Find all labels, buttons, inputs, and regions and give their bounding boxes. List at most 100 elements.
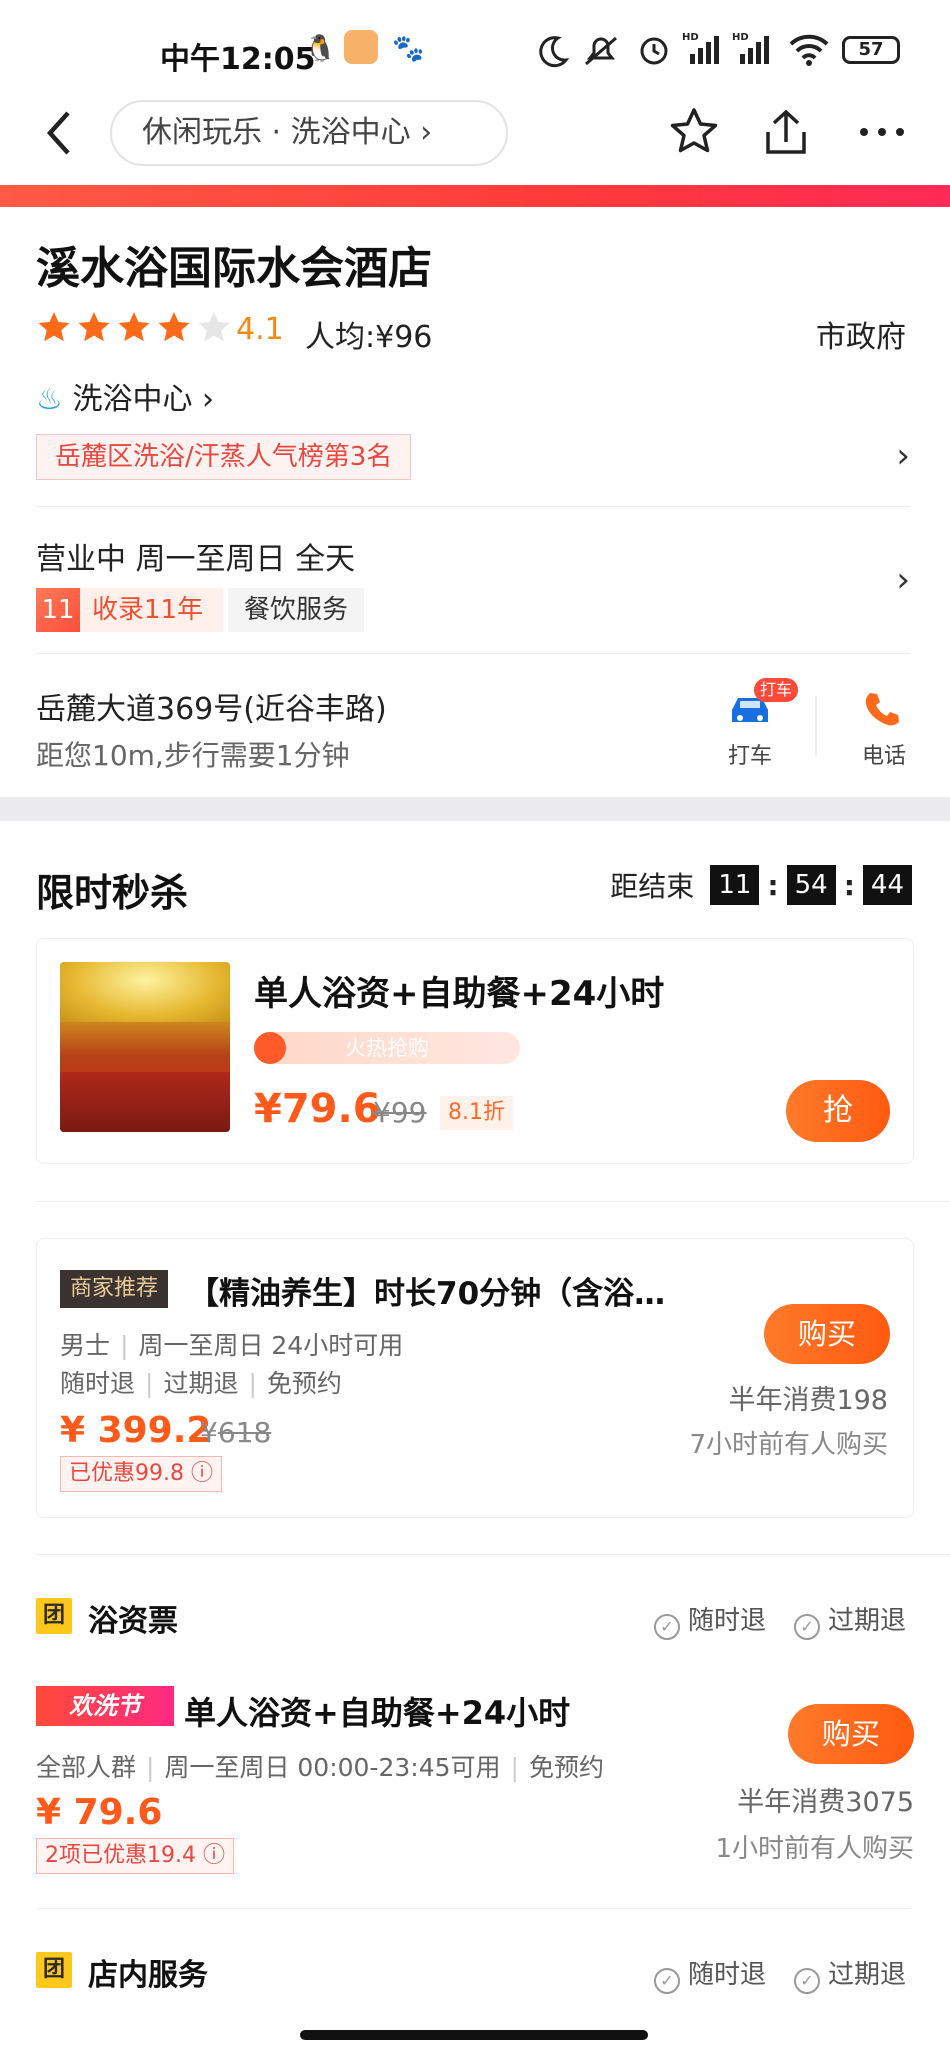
original-amount: 618 xyxy=(217,1416,272,1449)
grab-button[interactable]: 抢 xyxy=(786,1080,890,1142)
shop-name: 溪水浴国际水会酒店 xyxy=(36,243,432,294)
flash-price: ¥79.6 xyxy=(254,1086,381,1132)
saved-badge[interactable]: 已优惠99.8 ⓘ xyxy=(60,1456,222,1492)
recent-purchase: 1小时前有人购买 xyxy=(715,1834,914,1864)
countdown-hours: 11 xyxy=(710,865,760,905)
deal-name: 【精油养生】时长70分钟（含浴… xyxy=(188,1276,666,1312)
alarm-icon xyxy=(640,37,668,65)
divider xyxy=(36,653,910,654)
chevron-left-icon xyxy=(46,111,70,155)
group-deal-icon: 团 xyxy=(36,1598,72,1634)
signal-2-icon: HD xyxy=(732,32,769,64)
refund-expired: ✓ 过期退 xyxy=(794,1600,906,1640)
home-indicator[interactable] xyxy=(300,2030,648,2040)
section-title: 浴资票 xyxy=(88,1604,178,1639)
distance: 距您10m,步行需要1分钟 xyxy=(36,739,350,772)
share-icon[interactable] xyxy=(758,104,814,160)
qq-icon: 🐧 xyxy=(304,34,337,64)
check-circle-icon: ✓ xyxy=(654,1614,680,1640)
saved-badge[interactable]: 2项已优惠19.4 ⓘ xyxy=(36,1838,234,1874)
phone-icon xyxy=(865,693,899,726)
taxi-label: 打车 xyxy=(728,744,773,769)
svg-text:HD: HD xyxy=(732,32,749,43)
flash-discount: 8.1折 xyxy=(440,1096,513,1130)
phone-label: 电话 xyxy=(862,744,907,769)
favorite-star-icon[interactable] xyxy=(666,104,722,160)
divider xyxy=(36,1554,950,1555)
meta-refund-anytime: 随时退 xyxy=(60,1369,136,1398)
ticket-name[interactable]: 单人浴资+自助餐+24小时 xyxy=(184,1688,570,1734)
refund-expired-label: 过期退 xyxy=(828,1960,907,1990)
refund-expired-label: 过期退 xyxy=(828,1606,907,1636)
years-badge: 11 收录11年 xyxy=(36,588,224,632)
countdown-minutes: 54 xyxy=(786,865,836,905)
deal-meta-2: 随时退 | 过期退 | 免预约 xyxy=(60,1369,342,1398)
hot-spring-icon: ♨ xyxy=(36,382,63,417)
meta-no-reservation: 免预约 xyxy=(528,1753,604,1782)
deal-meta-1: 男士 | 周一至周日 24小时可用 xyxy=(60,1331,404,1360)
star-empty-icon xyxy=(198,312,230,342)
category-label: 洗浴中心 › xyxy=(72,382,214,417)
half-year-sales: 半年消费3075 xyxy=(737,1787,914,1818)
divider xyxy=(36,1201,950,1202)
merchant-recommend-tag: 商家推荐 xyxy=(60,1270,169,1308)
star-icon xyxy=(38,312,70,342)
wifi-icon xyxy=(789,34,829,66)
breadcrumb[interactable]: 休闲玩乐 · 洗浴中心 › xyxy=(110,100,508,166)
moon-icon xyxy=(539,36,570,68)
hot-label: 火热抢购 xyxy=(345,1036,429,1060)
ticket-meta: 全部人群 | 周一至周日 00:00-23:45可用 | 免预约 xyxy=(36,1753,604,1782)
brand-bar xyxy=(0,185,950,207)
svg-text:HD: HD xyxy=(682,32,699,43)
countdown: 距结束 11 : 54 : 44 xyxy=(610,864,914,906)
check-circle-icon: ✓ xyxy=(794,1614,820,1640)
flash-original-price: ¥99 xyxy=(373,1096,427,1129)
years-num: 11 xyxy=(36,588,80,632)
signal-1-icon: HD xyxy=(682,32,719,64)
status-time: 中午12:05 xyxy=(160,42,316,77)
ticket-price: ¥ 79.6 xyxy=(36,1792,163,1833)
refund-anytime-label: 随时退 xyxy=(688,1606,767,1636)
mute-icon xyxy=(585,36,617,66)
rating-score: 4.1 xyxy=(236,312,284,347)
deal-original-price: ¥618 xyxy=(200,1416,271,1449)
divider xyxy=(36,1908,910,1909)
rank-badge[interactable]: 岳麓区洗浴/汗蒸人气榜第3名 xyxy=(36,434,412,480)
status-bar: 中午12:05 🐧 🐾 HD HD 57 xyxy=(0,0,950,100)
back-button[interactable] xyxy=(40,105,90,161)
baidu-icon: 🐾 xyxy=(392,34,425,64)
meta-hours: 周一至周日 00:00-23:45可用 xyxy=(164,1753,501,1782)
district: 市政府 xyxy=(816,320,906,355)
recent-purchase: 7小时前有人购买 xyxy=(689,1430,888,1460)
taxi-badge: 打车 xyxy=(754,678,799,702)
deal-price: ¥ 399.2 xyxy=(60,1410,212,1451)
section-gap xyxy=(0,797,950,821)
app-notification-icon xyxy=(344,30,378,64)
years-label: 收录11年 xyxy=(80,588,224,632)
refund-anytime: ✓ 随时退 xyxy=(654,1954,766,1994)
currency-sign: ¥ xyxy=(200,1416,218,1449)
meta-refund-expired: 过期退 xyxy=(163,1369,239,1398)
chevron-right-icon[interactable]: › xyxy=(896,560,910,600)
flash-item-name: 单人浴资+自助餐+24小时 xyxy=(254,974,665,1014)
refund-anytime-label: 随时退 xyxy=(688,1960,767,1990)
meta-audience: 男士 xyxy=(60,1331,111,1360)
buy-button[interactable]: 购买 xyxy=(764,1304,890,1364)
divider xyxy=(815,696,817,756)
flash-sale-title: 限时秒杀 xyxy=(36,871,189,915)
chevron-right-icon[interactable]: › xyxy=(896,436,910,476)
meta-no-reservation: 免预约 xyxy=(266,1369,342,1398)
star-icon xyxy=(78,312,110,342)
more-icon[interactable] xyxy=(854,104,910,160)
category-link[interactable]: ♨ 洗浴中心 › xyxy=(36,374,214,418)
countdown-seconds: 44 xyxy=(862,865,912,905)
buy-button[interactable]: 购买 xyxy=(788,1704,914,1764)
star-icon xyxy=(118,312,150,342)
star-icon xyxy=(158,312,190,342)
product-image xyxy=(60,962,230,1132)
refund-anytime: ✓ 随时退 xyxy=(654,1600,766,1640)
avg-price: 人均:¥96 xyxy=(305,320,433,355)
address[interactable]: 岳麓大道369号(近谷丰路) xyxy=(36,684,387,728)
meta-audience: 全部人群 xyxy=(36,1753,137,1782)
page: { "status_bar": {"time": "中午12:05", "bat… xyxy=(0,0,950,2058)
